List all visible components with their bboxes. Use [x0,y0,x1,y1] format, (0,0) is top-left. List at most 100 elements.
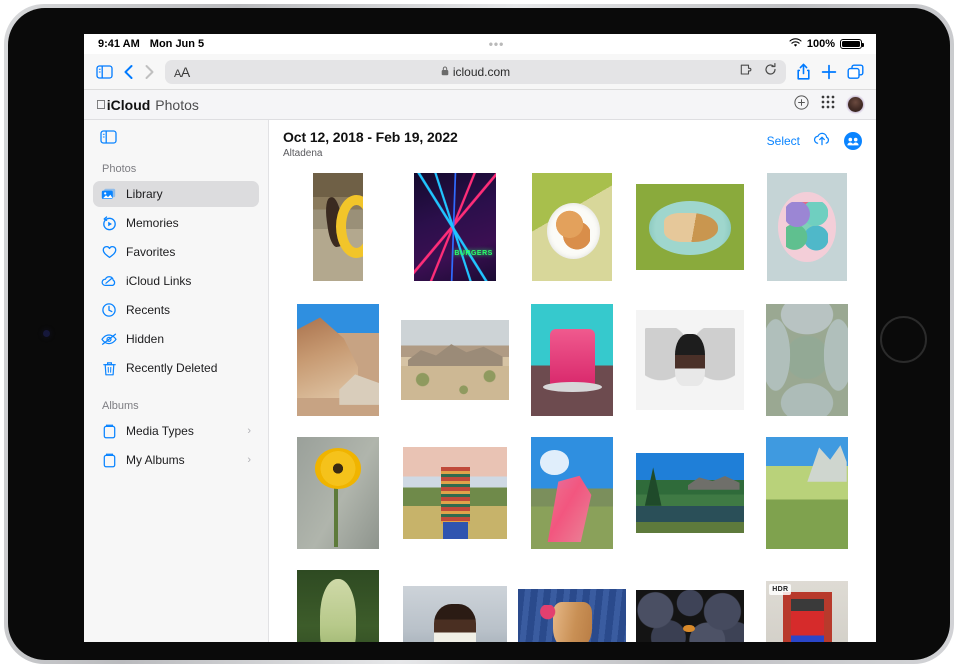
sidebar-item-library[interactable]: Library [93,181,259,207]
icloud-brand[interactable]:  iCloud Photos [96,97,199,113]
sidebar-toggle-icon[interactable] [96,64,113,79]
address-bar-actions [740,62,777,81]
shared-album-icon[interactable] [844,132,862,150]
photo-thumbnail-vase-with-flowers-on-denim[interactable] [518,589,627,642]
share-icon[interactable] [796,63,811,81]
sidebar-item-favorites[interactable]: Favorites [93,239,259,265]
photo-thumbnail-pink-flowing-dress-outdoors[interactable] [531,437,614,549]
url-display: icloud.com [165,65,786,79]
ipad-device-frame: 9:41 AM Mon Jun 5 ••• 100% AA icloud.com… [4,4,954,664]
photo-cell [283,431,392,555]
photo-cell [400,564,509,642]
extensions-icon[interactable] [740,63,755,81]
sidebar-item-label: iCloud Links [126,274,192,288]
chevron-right-icon: › [247,425,251,437]
photo-cell [400,298,510,422]
forward-chevron-icon[interactable] [144,64,155,80]
apple-logo-icon:  [96,97,106,112]
sidebar-item-media-types[interactable]: Media Types › [93,418,259,444]
photo-cell [753,298,862,422]
photo-thumbnail-yellow-gerbera-flower[interactable] [296,437,379,549]
sidebar-item-memories[interactable]: Memories [93,210,259,236]
sidebar-collapse-icon[interactable] [84,128,268,159]
chevron-right-icon: › [247,454,251,466]
library-header: Oct 12, 2018 - Feb 19, 2022 Altadena Sel… [269,120,876,165]
sidebar-item-label: Hidden [126,332,165,346]
library-icon [101,188,117,201]
photo-thumbnail-mountain-pond-landscape[interactable] [635,453,744,533]
sidebar-section-label: Albums [102,400,139,412]
sidebar-sections: Photos Library Memories Favorites iCloud Lin… [84,159,268,473]
photo-thumbnail-green-flowering-plant[interactable] [296,570,379,642]
memories-icon [101,215,117,231]
trash-icon [101,361,117,376]
photo-cell: HDR [753,564,862,642]
user-avatar[interactable] [847,96,864,113]
photo-thumbnail-desert-rock-landscape[interactable] [401,320,510,400]
cloud-upload-icon[interactable] [813,131,831,151]
home-indicator-ring [880,316,927,363]
sidebar-item-label: Media Types [126,424,194,438]
app-body: Photos Library Memories Favorites iCloud Lin… [84,120,876,642]
photo-cell [753,165,862,289]
photo-cell [518,564,627,642]
photo-cell [518,298,627,422]
photo-thumbnail-person-in-striped-sweater-field[interactable] [403,447,508,539]
status-bar-center: ••• [204,38,789,50]
photo-thumbnail-woman-in-striped-sweater-mountains[interactable] [766,437,849,549]
icloud-header-actions [794,94,864,115]
sidebar-item-my-albums[interactable]: My Albums › [93,447,259,473]
text-size-button[interactable]: AA [174,64,190,80]
eye-slash-icon [101,333,117,345]
photo-thumbnail-portrait-against-cloudy-sky[interactable] [403,586,508,642]
safari-toolbar: AA icloud.com [84,54,876,90]
plus-circle-icon[interactable] [794,94,809,115]
photo-thumbnail-pastry-on-teal-plate[interactable] [635,184,744,270]
sidebar-section-gap [84,384,268,396]
photos-sidebar: Photos Library Memories Favorites iCloud Lin… [84,120,269,642]
photo-thumbnail-red-rock-canyon-hiker[interactable] [296,304,379,416]
sidebar-item-hidden[interactable]: Hidden [93,326,259,352]
photo-thumbnail-macarons-on-pink-plate[interactable] [767,173,848,281]
sidebar-item-recently-deleted[interactable]: Recently Deleted [93,355,259,381]
photo-thumbnail-pink-cake-on-teal-background[interactable] [531,304,614,416]
sidebar-item-label: Favorites [126,245,176,259]
album-icon [101,453,117,468]
sidebar-item-icloud-links[interactable]: iCloud Links [93,268,259,294]
sidebar-item-label: My Albums [126,453,185,467]
photo-thumbnail-neon-burgers-sign-at-night[interactable] [414,173,497,281]
url-text: icloud.com [452,64,511,79]
photo-cell [400,165,509,289]
sidebar-item-recents[interactable]: Recents [93,297,259,323]
photo-thumbnail-person-in-red-doorway[interactable]: HDR [766,581,849,642]
battery-percent-label: 100% [806,38,835,50]
wifi-icon [789,37,802,51]
status-time: 9:41 AM [98,38,140,50]
sidebar-item-label: Memories [126,216,179,230]
multitask-dots-handle[interactable]: ••• [489,38,505,50]
photo-cell [753,431,862,555]
app-grid-icon[interactable] [821,95,835,114]
photo-cell [283,564,392,642]
photo-cell [635,298,744,422]
select-button[interactable]: Select [767,134,800,148]
library-header-actions: Select [767,129,862,151]
address-bar[interactable]: AA icloud.com [165,59,786,84]
back-chevron-icon[interactable] [123,64,134,80]
sidebar-item-label: Recents [126,303,171,317]
photo-thumbnail-succulent-plant-closeup[interactable] [766,304,849,416]
status-bar-left: 9:41 AM Mon Jun 5 [98,38,204,50]
reload-icon[interactable] [764,62,777,81]
photo-thumbnail-dark-blueberries-closeup[interactable] [635,590,744,642]
heart-icon [101,245,117,259]
photo-cell [635,431,744,555]
screen: 9:41 AM Mon Jun 5 ••• 100% AA icloud.com… [84,34,876,642]
status-date: Mon Jun 5 [149,38,205,50]
page-title: Oct 12, 2018 - Feb 19, 2022 [283,129,458,145]
tab-overview-icon[interactable] [847,64,864,80]
photo-thumbnail-cookies-on-white-plate[interactable] [532,173,613,281]
photo-thumbnail-black-and-white-portrait-sleeves[interactable] [635,310,744,410]
photo-thumbnail-child-with-yellow-float-in-river[interactable] [312,173,363,281]
ios-status-bar: 9:41 AM Mon Jun 5 ••• 100% [84,34,876,54]
plus-icon[interactable] [821,64,837,80]
